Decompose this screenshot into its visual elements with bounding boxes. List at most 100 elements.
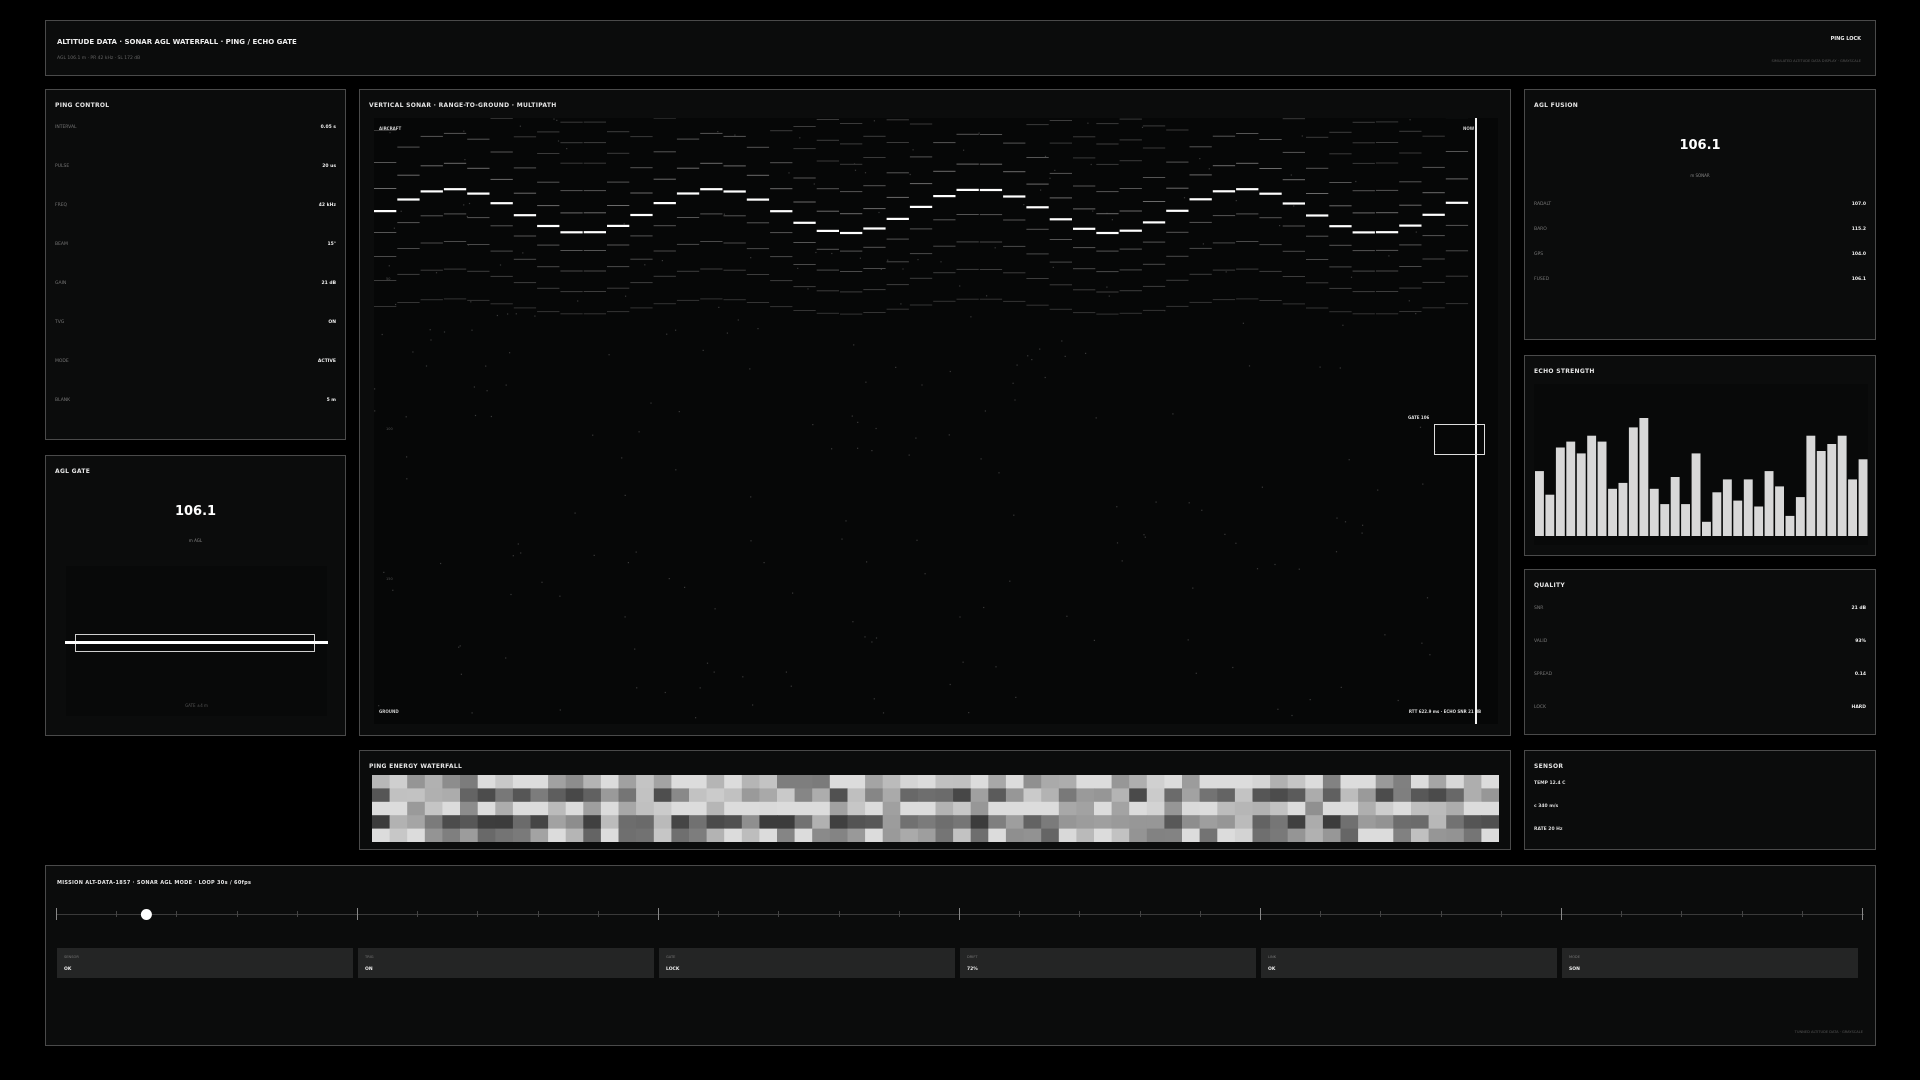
noise-speck bbox=[1087, 122, 1089, 124]
energy-cell bbox=[1234, 828, 1253, 842]
multipath-segment bbox=[1422, 166, 1445, 168]
timeline-tick bbox=[357, 908, 358, 920]
energy-cell bbox=[970, 788, 989, 803]
echo-trace-segment bbox=[909, 205, 933, 208]
multipath-segment bbox=[1073, 268, 1096, 270]
noise-speck bbox=[664, 691, 666, 694]
echo-bar bbox=[1754, 506, 1764, 536]
noise-speck bbox=[1016, 364, 1018, 366]
energy-cell bbox=[1182, 775, 1201, 789]
playhead-handle[interactable] bbox=[140, 909, 152, 920]
energy-cell bbox=[1217, 775, 1236, 789]
noise-speck bbox=[1054, 169, 1056, 171]
energy-cell bbox=[759, 788, 778, 803]
noise-speck bbox=[1187, 639, 1189, 641]
multipath-segment bbox=[1352, 142, 1375, 144]
multipath-segment bbox=[746, 174, 770, 176]
agl-gate-title: AGL GATE bbox=[55, 468, 91, 475]
echo-bar bbox=[1722, 479, 1732, 536]
multipath-segment bbox=[443, 132, 467, 134]
multipath-segment bbox=[537, 153, 560, 154]
energy-cell bbox=[1322, 775, 1341, 789]
sensor-panel: SENSOR TEMP 12.4 C c 340 m/s RATE 20 Hz bbox=[1524, 750, 1876, 850]
gate-label: GATE 106 bbox=[1408, 415, 1430, 420]
multipath-segment bbox=[863, 246, 886, 248]
energy-cell bbox=[1164, 801, 1183, 816]
energy-cell bbox=[1411, 788, 1430, 803]
multipath-segment bbox=[1142, 201, 1166, 202]
noise-speck bbox=[790, 685, 792, 687]
multipath-segment bbox=[1049, 261, 1072, 263]
multipath-segment bbox=[1259, 244, 1282, 246]
multipath-segment bbox=[770, 306, 793, 308]
noise-speck bbox=[499, 264, 502, 266]
energy-cell bbox=[1005, 775, 1024, 789]
noise-speck bbox=[1342, 324, 1344, 326]
multipath-segment bbox=[863, 289, 886, 291]
energy-cell bbox=[1146, 788, 1165, 803]
noise-speck bbox=[1348, 459, 1350, 461]
noise-speck bbox=[749, 368, 751, 370]
echo-trace-segment bbox=[513, 214, 537, 217]
noise-speck bbox=[621, 457, 623, 459]
noise-speck bbox=[949, 683, 951, 686]
energy-cell bbox=[882, 828, 901, 842]
agl-fusion-panel: AGL FUSION 106.1 m SONAR RADALT 107.0 BARO… bbox=[1524, 89, 1876, 340]
noise-speck bbox=[553, 118, 555, 120]
multipath-segment bbox=[1422, 307, 1445, 309]
echo-trace-segment bbox=[723, 190, 746, 193]
multipath-segment bbox=[1306, 193, 1329, 194]
multipath-segment bbox=[793, 242, 816, 243]
energy-cell bbox=[865, 788, 884, 803]
noise-speck bbox=[517, 543, 519, 545]
multipath-segment bbox=[723, 215, 746, 217]
multipath-segment bbox=[816, 119, 839, 120]
noise-speck bbox=[1426, 597, 1429, 599]
energy-cell bbox=[724, 788, 743, 803]
multipath-segment bbox=[1142, 285, 1166, 287]
multipath-segment bbox=[700, 241, 723, 242]
multipath-segment bbox=[1306, 235, 1329, 237]
noise-speck bbox=[812, 424, 814, 426]
mission-timeline[interactable] bbox=[56, 902, 1864, 926]
noise-speck bbox=[443, 331, 446, 333]
energy-cell bbox=[970, 828, 989, 842]
multipath-segment bbox=[1049, 284, 1072, 286]
noise-speck bbox=[486, 390, 488, 392]
energy-cell bbox=[1375, 801, 1394, 816]
echo-trace-segment bbox=[956, 188, 979, 191]
energy-cell bbox=[865, 775, 884, 789]
multipath-segment bbox=[1329, 244, 1352, 246]
noise-speck bbox=[485, 365, 487, 367]
energy-cell bbox=[1005, 828, 1024, 842]
noise-speck bbox=[1044, 155, 1047, 157]
energy-cell bbox=[1411, 801, 1430, 816]
ping-control-label: TVG bbox=[55, 320, 65, 325]
energy-cell bbox=[1411, 815, 1430, 830]
multipath-segment bbox=[607, 205, 630, 206]
multipath-segment bbox=[443, 241, 467, 242]
multipath-segment bbox=[1329, 266, 1352, 268]
energy-cell bbox=[1270, 815, 1289, 830]
noise-speck bbox=[1415, 231, 1417, 233]
multipath-segment bbox=[863, 135, 886, 137]
energy-cell bbox=[812, 815, 831, 830]
energy-cell bbox=[1252, 828, 1271, 842]
echo-bar bbox=[1858, 459, 1868, 536]
multipath-segment bbox=[1166, 231, 1189, 233]
noise-speck bbox=[608, 354, 610, 356]
noise-speck bbox=[970, 316, 972, 318]
energy-cell bbox=[777, 788, 796, 803]
multipath-segment bbox=[443, 162, 467, 164]
agl-fusion-label: BARO bbox=[1534, 227, 1547, 232]
energy-cell bbox=[653, 815, 672, 830]
noise-speck bbox=[865, 381, 867, 383]
multipath-segment bbox=[1026, 183, 1049, 185]
energy-cell bbox=[917, 828, 936, 842]
energy-cell bbox=[1305, 788, 1324, 803]
energy-cell bbox=[1340, 801, 1359, 816]
noise-speck bbox=[400, 210, 402, 212]
multipath-segment bbox=[1375, 212, 1399, 214]
multipath-segment bbox=[583, 313, 606, 315]
energy-cell bbox=[512, 815, 531, 830]
